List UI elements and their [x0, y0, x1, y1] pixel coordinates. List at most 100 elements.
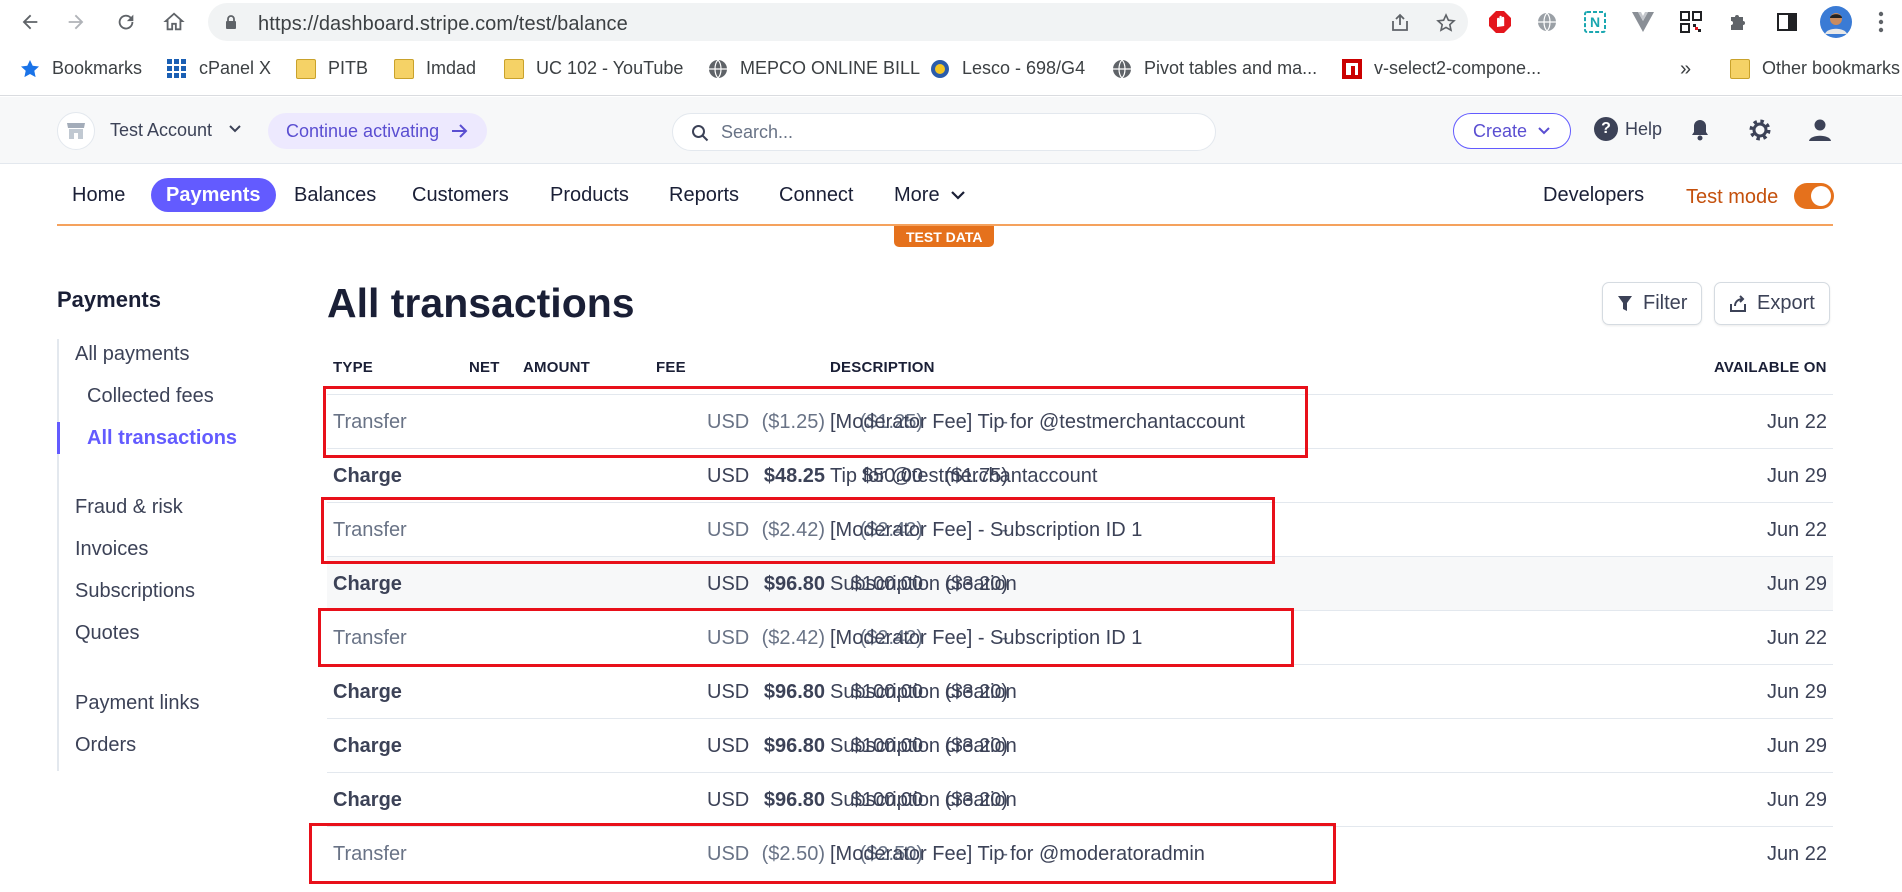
column-header-fee[interactable]: FEE [656, 359, 686, 376]
bookmark-other[interactable]: Other bookmarks [1730, 58, 1900, 79]
bookmark-bookmarks[interactable]: Bookmarks [20, 58, 142, 79]
table-row[interactable]: Charge $96.80 $100.00 ($3.20) USD Subscr… [327, 718, 1833, 772]
filter-button[interactable]: Filter [1602, 282, 1703, 325]
globe-icon[interactable] [1534, 9, 1560, 35]
notion-icon[interactable]: N [1582, 9, 1608, 35]
folder-icon [504, 58, 524, 79]
user-profile-icon[interactable] [1807, 117, 1833, 143]
column-header-net[interactable]: NET [469, 359, 500, 376]
column-header-description[interactable]: DESCRIPTION [830, 359, 935, 376]
arrow-right-icon [452, 124, 468, 138]
adblock-icon[interactable] [1487, 9, 1513, 35]
bookmark-imdad[interactable]: Imdad [394, 58, 476, 79]
grid-icon [167, 58, 186, 78]
filter-icon [1618, 295, 1632, 311]
qr-code-icon[interactable] [1678, 9, 1704, 35]
column-header-type[interactable]: TYPE [333, 359, 373, 376]
more-bookmarks-chevron[interactable]: » [1680, 58, 1691, 81]
bookmark-label: Pivot tables and ma... [1144, 58, 1318, 78]
table-row[interactable]: Charge $96.80 $100.00 ($3.20) USD Subscr… [327, 664, 1833, 718]
nav-home[interactable]: Home [72, 178, 125, 212]
create-label: Create [1472, 120, 1528, 141]
reload-icon[interactable] [112, 8, 140, 36]
bookmark-v-select2[interactable]: v-select2-compone... [1342, 58, 1541, 79]
test-mode-toggle[interactable] [1794, 183, 1834, 209]
nav-reports[interactable]: Reports [669, 178, 739, 212]
sidebar-item-all-payments[interactable]: All payments [75, 343, 190, 366]
bookmark-label: Bookmarks [52, 58, 143, 78]
profile-avatar[interactable] [1820, 6, 1852, 38]
bookmark-label: v-select2-compone... [1374, 58, 1542, 78]
highlight-box [318, 608, 1294, 667]
nav-more[interactable]: More [894, 178, 966, 212]
export-label: Export [1757, 292, 1815, 314]
cell-available-on: Jun 29 [1766, 789, 1827, 811]
bookmark-uc102[interactable]: UC 102 - YouTube [504, 58, 683, 79]
browser-menu-icon[interactable] [1868, 9, 1894, 35]
table-row[interactable]: Charge $96.80 $100.00 ($3.20) USD Subscr… [327, 772, 1833, 826]
nav-customers[interactable]: Customers [412, 178, 509, 212]
test-mode-label: Test mode [1686, 186, 1779, 208]
bookmark-label: Imdad [426, 58, 477, 78]
help-button[interactable]: ? Help [1594, 117, 1662, 141]
cell-net: $96.80 [763, 735, 825, 757]
account-name[interactable]: Test Account [110, 120, 212, 141]
sidebar-item-quotes[interactable]: Quotes [75, 622, 139, 645]
url-text[interactable]: https://dashboard.stripe.com/test/balanc… [258, 13, 628, 36]
star-icon[interactable] [1436, 13, 1456, 33]
sidebar-item-orders[interactable]: Orders [75, 734, 136, 757]
forward-icon[interactable] [62, 8, 90, 36]
bookmark-pitb[interactable]: PITB [296, 58, 368, 79]
bookmark-mepco[interactable]: MEPCO ONLINE BILL [708, 58, 920, 79]
table-row[interactable]: Charge $96.80 $100.00 ($3.20) USD Subscr… [327, 556, 1833, 610]
nav-balances[interactable]: Balances [294, 178, 376, 212]
cell-net: $48.25 [763, 465, 825, 487]
notifications-bell-icon[interactable] [1687, 117, 1713, 143]
column-header-amount[interactable]: AMOUNT [523, 359, 590, 376]
settings-gear-icon[interactable] [1747, 117, 1773, 143]
vue-icon[interactable] [1630, 9, 1656, 35]
home-icon[interactable] [160, 8, 188, 36]
account-store-icon[interactable] [57, 112, 95, 150]
bookmark-pivot-tables[interactable]: Pivot tables and ma... [1112, 58, 1317, 79]
npm-icon [1342, 58, 1362, 79]
highlight-box [321, 497, 1275, 564]
sidebar-item-collected-fees[interactable]: Collected fees [87, 385, 214, 408]
nav-payments[interactable]: Payments [151, 178, 276, 212]
cell-currency: USD [707, 735, 750, 757]
search-input[interactable] [721, 122, 1201, 143]
nav-products[interactable]: Products [550, 178, 629, 212]
sidebar-item-all-transactions[interactable]: All transactions [87, 427, 237, 450]
filter-label: Filter [1643, 292, 1688, 314]
search-bar[interactable] [672, 113, 1216, 151]
svg-text:N: N [1590, 14, 1600, 30]
back-icon[interactable] [16, 8, 44, 36]
test-data-badge: TEST DATA [894, 226, 995, 247]
sidebar-item-fraud-risk[interactable]: Fraud & risk [75, 496, 183, 519]
cell-description: Subscription creation [830, 573, 1017, 595]
search-icon [692, 125, 709, 142]
cell-currency: USD [707, 681, 750, 703]
bookmark-lesco[interactable]: Lesco - 698/G4 [930, 58, 1085, 79]
address-bar[interactable]: https://dashboard.stripe.com/test/balanc… [208, 3, 1468, 41]
sidebar-item-payment-links[interactable]: Payment links [75, 692, 200, 715]
cell-description: Subscription creation [830, 735, 1017, 757]
help-icon: ? [1594, 117, 1618, 141]
export-button[interactable]: Export [1714, 282, 1830, 325]
sidebar-item-invoices[interactable]: Invoices [75, 538, 148, 561]
bookmark-cpanel[interactable]: cPanel X [167, 58, 271, 79]
bookmarks-bar: Bookmarks cPanel X PITB Imdad UC 102 - Y… [0, 44, 1902, 96]
extensions-puzzle-icon[interactable] [1726, 9, 1752, 35]
column-header-available-on[interactable]: AVAILABLE ON [1714, 359, 1827, 376]
more-bookmarks-label: » [1680, 58, 1692, 80]
chevron-down-icon[interactable] [228, 122, 242, 136]
nav-developers[interactable]: Developers [1543, 178, 1644, 212]
nav-connect[interactable]: Connect [779, 178, 854, 212]
create-button[interactable]: Create [1453, 113, 1571, 149]
share-icon[interactable] [1390, 13, 1410, 33]
sidebar-item-subscriptions[interactable]: Subscriptions [75, 580, 195, 603]
cell-available-on: Jun 29 [1766, 735, 1827, 757]
side-panel-icon[interactable] [1774, 9, 1800, 35]
lock-icon[interactable] [224, 15, 238, 29]
continue-activating-button[interactable]: Continue activating [268, 113, 488, 149]
